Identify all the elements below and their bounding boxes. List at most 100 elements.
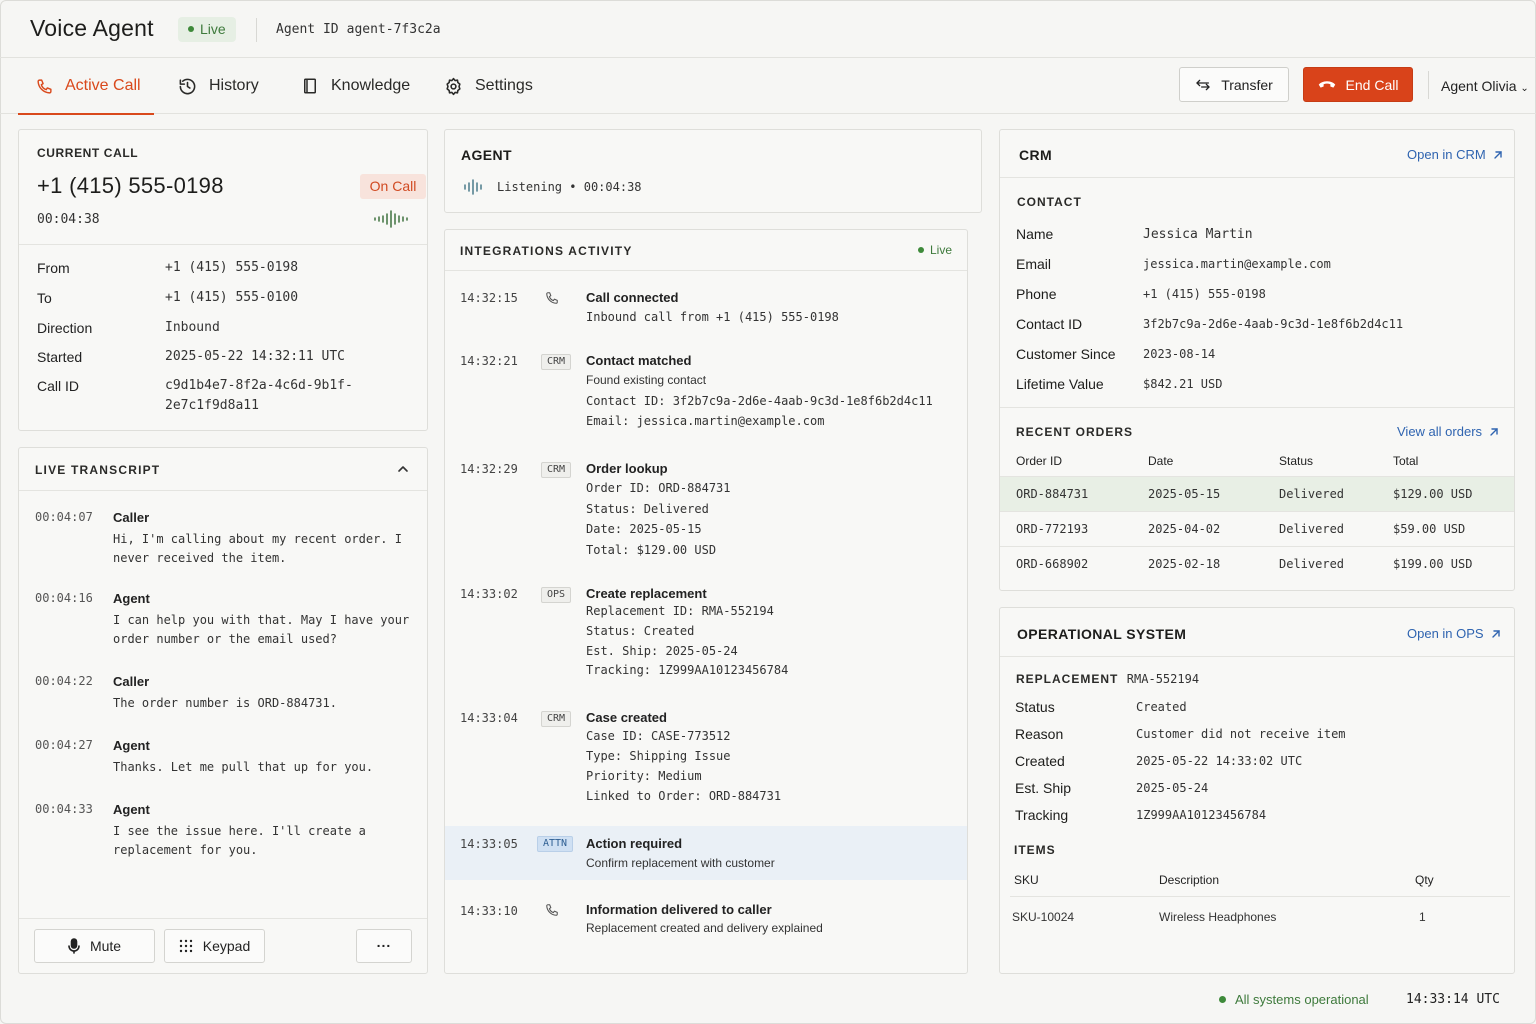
activity-detail-line: Replacement ID: RMA-552194 (586, 604, 774, 618)
order-status: Delivered (1279, 487, 1345, 501)
live-badge-label: Live (200, 21, 226, 37)
tab-history[interactable]: History (178, 58, 259, 114)
field-key: To (37, 290, 52, 306)
order-total: $129.00 USD (1393, 487, 1473, 501)
external-link-icon (1490, 427, 1498, 436)
table-row[interactable]: SKU-10024 Wireless Headphones 1 (1000, 897, 1514, 935)
order-total: $199.00 USD (1393, 557, 1473, 571)
field-value: Created (1136, 700, 1187, 714)
field-key: Tracking (1015, 807, 1069, 823)
current-call-panel: CURRENT CALL +1 (415) 555-0198 On Call 0… (18, 129, 428, 431)
activity-time: 14:32:15 (460, 291, 518, 305)
table-row[interactable]: ORD-772193 2025-04-02 Delivered $59.00 U… (1000, 511, 1514, 546)
activity-time: 14:33:10 (460, 904, 518, 918)
transcript-time: 00:04:22 (35, 674, 93, 688)
transfer-button[interactable]: Transfer (1179, 67, 1289, 102)
items-header-row: SKU Description Qty (1000, 866, 1514, 896)
call-timer: 00:04:38 (37, 212, 100, 227)
header-divider (256, 18, 257, 42)
table-row[interactable]: ORD-884731 2025-05-15 Delivered $129.00 … (1000, 476, 1514, 511)
transcript-text: Hi, I'm calling about my recent order. I… (113, 532, 402, 565)
activity-detail-line: Total: $129.00 USD (586, 542, 717, 557)
nav-divider (1428, 71, 1429, 99)
activity-title: Order lookup (586, 461, 668, 476)
activity-title: Create replacement (586, 586, 707, 601)
activity-live-indicator: Live (918, 243, 952, 257)
chevron-up-icon[interactable] (397, 464, 409, 474)
transcript-time: 00:04:27 (35, 738, 93, 752)
end-call-button[interactable]: End Call (1303, 67, 1413, 102)
column-header: Order ID (1016, 454, 1063, 468)
transcript-text: Thanks. Let me pull that up for you. (113, 760, 374, 774)
column-header: Date (1148, 454, 1174, 468)
item-sku: SKU-10024 (1012, 910, 1075, 924)
activity-item: 14:33:04 CRM Case created Case ID: CASE-… (445, 710, 967, 821)
agent-id-value: agent-7f3c2a (346, 22, 441, 37)
tab-knowledge[interactable]: Knowledge (301, 58, 410, 114)
open-in-crm-link[interactable]: Open in CRM (1407, 147, 1503, 162)
open-in-ops-label: Open in OPS (1407, 626, 1484, 641)
ops-badge: OPS (541, 587, 572, 603)
field-key: Created (1015, 753, 1065, 769)
column-header: Description (1159, 873, 1220, 887)
transcript-text: The order number is ORD-884731. (113, 696, 337, 710)
transcript-text: I can help you with that. May I have you… (113, 613, 410, 646)
divider (445, 270, 967, 271)
divider (19, 490, 427, 491)
activity-live-label: Live (930, 243, 953, 257)
contact-key: Lifetime Value (1016, 376, 1104, 392)
table-row[interactable]: ORD-668902 2025-02-18 Delivered $199.00 … (1000, 546, 1514, 581)
view-all-orders-link[interactable]: View all orders (1397, 424, 1499, 439)
activity-item: 14:32:29 CRM Order lookup Order ID: ORD-… (445, 461, 967, 572)
more-options-icon: ... (376, 934, 392, 950)
end-call-button-label: End Call (1345, 76, 1399, 93)
phone-icon (546, 292, 558, 304)
transcript-time: 00:04:33 (35, 802, 93, 816)
activity-detail-line: Status: Delivered (586, 501, 709, 516)
replacement-id: RMA-552194 (1126, 672, 1200, 686)
activity-detail-line: Contact ID: 3f2b7c9a-2d6e-4aab-9c3d-1e8f… (586, 393, 933, 408)
more-options-button[interactable]: ... (356, 929, 412, 963)
agent-id-label: Agent ID (276, 22, 339, 37)
divider (1000, 656, 1514, 657)
activity-details: Inbound call from +1 (415) 555-0198 (586, 307, 839, 328)
contact-value: $842.21 USD (1143, 377, 1223, 391)
live-transcript-panel: LIVE TRANSCRIPT 00:04:07 Caller Hi, I'm … (18, 447, 428, 974)
agent-user-menu[interactable]: Agent Olivia ⌄ (1441, 78, 1529, 94)
audio-wave-icon (374, 210, 408, 228)
activity-detail-line: Linked to Order: ORD-884731 (586, 789, 782, 803)
field-key: Direction (37, 320, 93, 336)
activity-item-attention[interactable]: 14:33:05 ATTN Action required Confirm re… (445, 826, 967, 880)
crm-badge: CRM (541, 462, 572, 478)
column-header: SKU (1014, 873, 1039, 887)
tab-knowledge-label: Knowledge (331, 77, 411, 94)
tab-settings[interactable]: Settings (444, 58, 533, 114)
mute-button[interactable]: Mute (34, 929, 155, 963)
phone-icon (37, 78, 52, 94)
activity-detail-line: Inbound call from +1 (415) 555-0198 (586, 310, 839, 324)
field-value: +1 (415) 555-0198 (165, 260, 299, 275)
transcript-speaker: Agent (113, 591, 150, 606)
book-icon (304, 78, 316, 94)
transcript-speaker: Caller (113, 510, 150, 525)
tab-active-call[interactable]: Active Call (18, 58, 154, 115)
activity-title: Information delivered to caller (586, 902, 772, 917)
activity-details: Replacement created and delivery explain… (586, 918, 823, 939)
live-dot-icon (918, 246, 924, 253)
field-value: Inbound (165, 320, 220, 335)
activity-detail-line: Found existing contact (586, 373, 707, 387)
order-status: Delivered (1279, 522, 1345, 536)
keypad-button[interactable]: Keypad (164, 929, 265, 963)
activity-time: 14:33:02 (460, 587, 518, 601)
transcript-speaker: Agent (113, 802, 150, 817)
integrations-activity-panel: INTEGRATIONS ACTIVITY Live 14:32:15 Call… (444, 229, 968, 974)
activity-detail-line: Confirm replacement with customer (586, 856, 775, 870)
column-header: Total (1393, 454, 1419, 468)
activity-detail-line: Type: Shipping Issue (586, 749, 731, 763)
activity-title: Contact matched (586, 353, 692, 368)
tab-history-label: History (209, 77, 259, 94)
open-in-ops-link[interactable]: Open in OPS (1407, 626, 1501, 641)
order-date: 2025-04-02 (1148, 522, 1221, 536)
replacement-heading: REPLACEMENT RMA-552194 (1016, 670, 1199, 688)
field-value: 2025-05-22 14:33:02 UTC (1136, 754, 1303, 768)
